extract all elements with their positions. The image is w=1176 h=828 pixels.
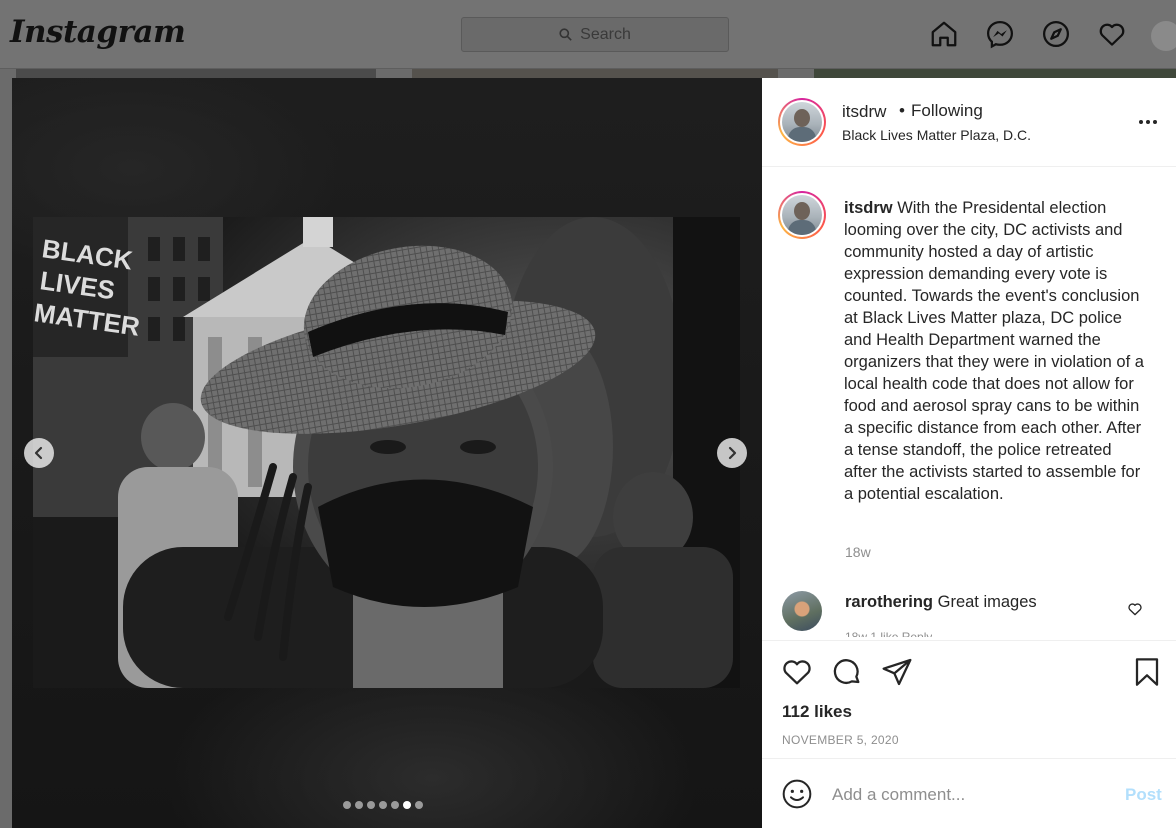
search-icon [559, 28, 572, 41]
comment-like-heart-icon[interactable] [1127, 601, 1143, 617]
comment-username[interactable]: rarothering [845, 593, 933, 611]
caption-author-avatar[interactable] [778, 191, 826, 239]
carousel-prev-button[interactable] [24, 438, 54, 468]
caption-timestamp[interactable]: 18w [845, 544, 871, 560]
carousel-indicator [343, 801, 423, 809]
more-options-icon[interactable] [1139, 114, 1161, 130]
like-heart-icon[interactable] [781, 656, 813, 688]
post-actions: 112 likes NOVEMBER 5, 2020 [762, 640, 1176, 758]
post-caption: itsdrw With the Presidental election loo… [844, 197, 1144, 505]
carousel-dot [391, 801, 399, 809]
carousel-dot [355, 801, 363, 809]
post-side-panel: itsdrw • Following Black Lives Matter Pl… [762, 78, 1176, 828]
author-avatar[interactable] [778, 98, 826, 146]
background-thumbnail [412, 69, 778, 78]
caption-text: With the Presidental election looming ov… [844, 199, 1144, 503]
comment-input[interactable] [832, 783, 1102, 807]
carousel-dot [415, 801, 423, 809]
search-placeholder: Search [580, 25, 631, 43]
likes-count[interactable]: 112 likes [782, 702, 852, 722]
save-bookmark-icon[interactable] [1131, 656, 1163, 688]
post-date[interactable]: NOVEMBER 5, 2020 [782, 733, 899, 747]
add-comment-bar: Post [762, 758, 1176, 828]
explore-icon[interactable] [1040, 18, 1072, 50]
search-input[interactable]: Search [461, 17, 729, 52]
following-button[interactable]: Following [911, 101, 983, 121]
separator-dot: • [899, 101, 905, 120]
carousel-dot [343, 801, 351, 809]
photo-image: BLACK LIVES MATTER [33, 217, 740, 688]
nav-icons [928, 18, 1128, 50]
instagram-logo[interactable]: Instagram [10, 14, 186, 50]
background-thumbnail [16, 69, 376, 78]
carousel-dot [367, 801, 375, 809]
top-nav: Instagram Search [0, 0, 1176, 69]
profile-avatar[interactable] [1151, 21, 1176, 51]
comment-item: rarothering Great images [845, 593, 1037, 612]
activity-heart-icon[interactable] [1096, 18, 1128, 50]
caption-username[interactable]: itsdrw [844, 199, 893, 217]
chevron-right-icon [728, 446, 737, 460]
author-username[interactable]: itsdrw [842, 102, 886, 122]
carousel-dot [379, 801, 387, 809]
location-link[interactable]: Black Lives Matter Plaza, D.C. [842, 127, 1031, 143]
carousel-next-button[interactable] [717, 438, 747, 468]
background-thumbnail [814, 69, 1176, 78]
post-header: itsdrw • Following Black Lives Matter Pl… [762, 78, 1176, 167]
carousel-dot [403, 801, 411, 809]
emoji-icon[interactable] [781, 778, 813, 810]
messenger-icon[interactable] [984, 18, 1016, 50]
home-icon[interactable] [928, 18, 960, 50]
comment-text: Great images [937, 593, 1037, 611]
post-media: BLACK LIVES MATTER [12, 78, 762, 828]
share-paper-plane-icon[interactable] [881, 656, 913, 688]
chevron-left-icon [34, 446, 43, 460]
comment-meta: 18w 1 like Reply [845, 630, 933, 637]
post-comment-button[interactable]: Post [1125, 785, 1162, 805]
commenter-avatar[interactable] [782, 591, 822, 631]
post-photo[interactable]: BLACK LIVES MATTER [33, 217, 740, 688]
comment-bubble-icon[interactable] [831, 656, 863, 688]
